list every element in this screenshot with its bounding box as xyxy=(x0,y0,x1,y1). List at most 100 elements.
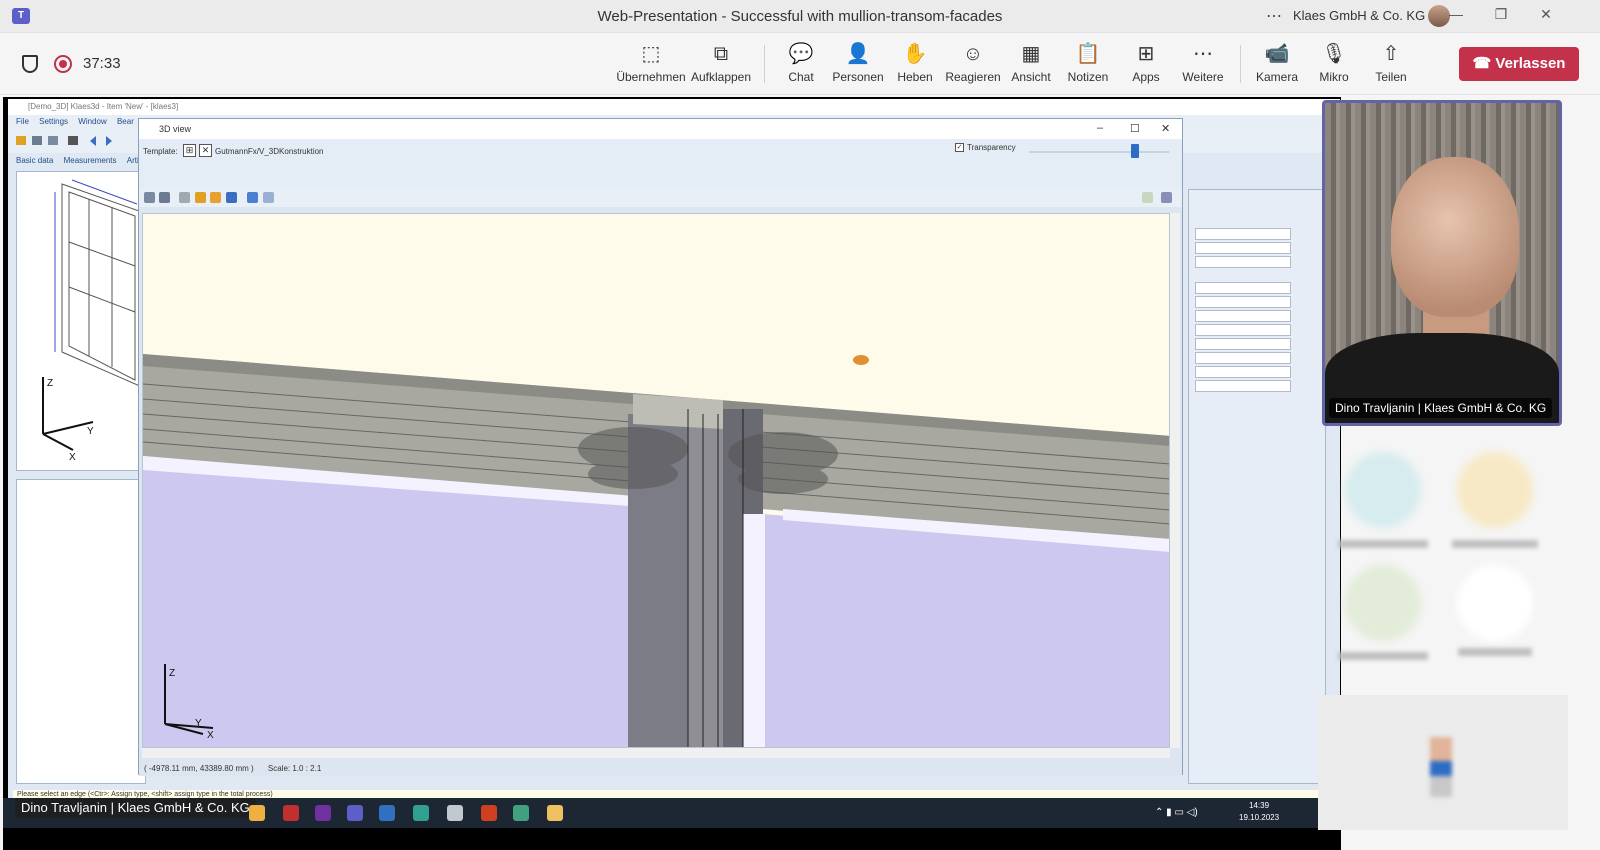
horizontal-scrollbar[interactable] xyxy=(142,748,1170,758)
popout-button[interactable]: ⧉ Aufklappen xyxy=(686,41,756,84)
property-field[interactable] xyxy=(1195,282,1291,294)
participant-name xyxy=(1458,648,1532,656)
participant-avatar[interactable] xyxy=(1457,565,1533,641)
klaes-icon[interactable] xyxy=(413,805,429,821)
more-icon: ⋯ xyxy=(1193,43,1213,65)
shield-icon xyxy=(22,55,38,73)
transparency-toggle[interactable]: ✓ Transparency xyxy=(955,143,1016,153)
left-lower-pane[interactable] xyxy=(16,479,146,784)
app-icon[interactable] xyxy=(379,805,395,821)
menu-file[interactable]: File xyxy=(16,117,29,126)
axis-z-label: Z xyxy=(47,378,53,389)
property-field[interactable] xyxy=(1195,310,1291,322)
window-titlebar: T Web-Presentation - Successful with mul… xyxy=(0,0,1600,33)
system-tray-icons[interactable]: ⌃ ▮ ▭ ◁) xyxy=(1155,807,1198,818)
facade-drawing: Z Y X xyxy=(42,179,143,463)
scale-readout: Scale: 1.0 : 2.1 xyxy=(267,764,322,773)
template-select-icon[interactable]: ⊞ xyxy=(183,144,196,157)
toolbar-divider xyxy=(764,45,765,83)
menu-bear[interactable]: Bear xyxy=(117,117,134,126)
speaker-face xyxy=(1391,157,1519,317)
self-view-tile[interactable] xyxy=(1318,695,1568,830)
property-field[interactable] xyxy=(1195,324,1291,336)
speaker-video-tile[interactable]: Dino Travljanin | Klaes GmbH & Co. KG xyxy=(1322,100,1562,426)
close-icon[interactable]: ✕ xyxy=(1531,6,1561,23)
popout-icon: ⧉ xyxy=(713,43,729,65)
meeting-timer: 37:33 xyxy=(83,55,121,72)
takeover-icon: ⬚ xyxy=(641,43,661,65)
properties-pane[interactable] xyxy=(1188,189,1326,784)
share-takeover-button[interactable]: ⬚ Übernehmen xyxy=(616,41,686,84)
property-field[interactable] xyxy=(1195,228,1291,240)
template-name: GutmannFx/V_3DKonstruktion xyxy=(215,147,324,156)
more-button[interactable]: ⋯ Weitere xyxy=(1168,41,1238,84)
klaes-icon[interactable] xyxy=(513,805,529,821)
close-icon[interactable]: ✕ xyxy=(1161,122,1170,135)
tab-basic-data[interactable]: Basic data xyxy=(16,156,53,165)
export-icon[interactable] xyxy=(1142,192,1153,203)
move-icon[interactable] xyxy=(226,192,237,203)
windows-taskbar: Dino Travljanin | Klaes GmbH & Co. KG ⌃ … xyxy=(3,798,1341,828)
menu-window[interactable]: Window xyxy=(78,117,106,126)
taskbar-clock[interactable]: 14:39 19.10.2023 xyxy=(1239,800,1279,824)
3d-canvas[interactable]: Z Y X xyxy=(142,213,1170,748)
restore-icon[interactable]: ❐ xyxy=(1486,6,1516,23)
facade-preview-pane[interactable]: Z Y X xyxy=(16,171,146,471)
vertical-scrollbar[interactable] xyxy=(1170,213,1180,748)
pan-icon[interactable] xyxy=(195,192,206,203)
axis-x-label: X xyxy=(207,730,214,741)
property-field[interactable] xyxy=(1195,338,1291,350)
app-icon[interactable] xyxy=(447,805,463,821)
print-icon[interactable] xyxy=(1161,192,1172,203)
app-toolbar-icons[interactable] xyxy=(8,129,148,153)
participant-avatar[interactable] xyxy=(1345,565,1421,641)
menu-settings[interactable]: Settings xyxy=(39,117,68,126)
speaker-name: Dino Travljanin | Klaes GmbH & Co. KG xyxy=(1329,398,1553,418)
property-field[interactable] xyxy=(1195,352,1291,364)
participant-name xyxy=(1338,652,1428,660)
teams-icon[interactable] xyxy=(347,805,363,821)
app-icon[interactable] xyxy=(283,805,299,821)
3d-view-window: 3D view – ☐ ✕ Template: ⊞ ✕ GutmannFx/V_… xyxy=(138,118,1183,776)
minimize-icon[interactable]: – xyxy=(1097,122,1103,134)
onenote-icon[interactable] xyxy=(315,805,331,821)
presenter-name-tag: Dino Travljanin | Klaes GmbH & Co. KG xyxy=(15,798,256,818)
orbit-icon[interactable] xyxy=(210,192,221,203)
template-clear-icon[interactable]: ✕ xyxy=(199,144,212,157)
transparency-slider[interactable] xyxy=(1029,151,1169,153)
axis-y-label: Y xyxy=(195,718,202,729)
participant-avatar[interactable] xyxy=(1457,452,1533,528)
share-button[interactable]: ⇧ Teilen xyxy=(1356,41,1426,84)
folder-icon[interactable] xyxy=(249,805,265,821)
ellipsis-icon[interactable]: ⋯ xyxy=(1266,6,1282,26)
powerpoint-icon[interactable] xyxy=(481,805,497,821)
toolbar-divider xyxy=(1240,45,1241,83)
property-field[interactable] xyxy=(1195,366,1291,378)
zoom-fit-icon[interactable] xyxy=(144,192,155,203)
rotate-icon[interactable] xyxy=(179,192,190,203)
render-icon[interactable] xyxy=(159,192,170,203)
forward-arrow-icon[interactable] xyxy=(263,192,274,203)
self-view-avatar xyxy=(1430,737,1452,797)
mullion-transom-model: Z Y X xyxy=(143,354,1169,747)
cursor-coordinates: ( -4978.11 mm, 43389.80 mm ) xyxy=(144,764,254,773)
maximize-icon[interactable]: ☐ xyxy=(1130,122,1140,135)
property-field[interactable] xyxy=(1195,380,1291,392)
app-icon[interactable] xyxy=(547,805,563,821)
shared-screen: [Demo_3D] Klaes3d - Item 'New' - [klaes3… xyxy=(3,97,1345,850)
cursor-icon xyxy=(853,355,869,365)
property-field[interactable] xyxy=(1195,256,1291,268)
minimize-icon[interactable]: — xyxy=(1441,6,1471,22)
tab-measurements[interactable]: Measurements xyxy=(64,156,117,165)
transparency-slider-thumb[interactable] xyxy=(1131,144,1139,158)
3d-view-titlebar: 3D view – ☐ ✕ xyxy=(139,119,1182,139)
3d-view-title: 3D view xyxy=(159,124,192,134)
back-arrow-icon[interactable] xyxy=(247,192,258,203)
leave-button[interactable]: ☎ Verlassen xyxy=(1459,47,1579,81)
transparency-checkbox[interactable]: ✓ xyxy=(955,143,964,153)
app-title: [Demo_3D] Klaes3d - Item 'New' - [klaes3… xyxy=(8,99,1340,115)
recording-icon xyxy=(54,55,72,73)
property-field[interactable] xyxy=(1195,242,1291,254)
participant-avatar[interactable] xyxy=(1345,452,1421,528)
property-field[interactable] xyxy=(1195,296,1291,308)
